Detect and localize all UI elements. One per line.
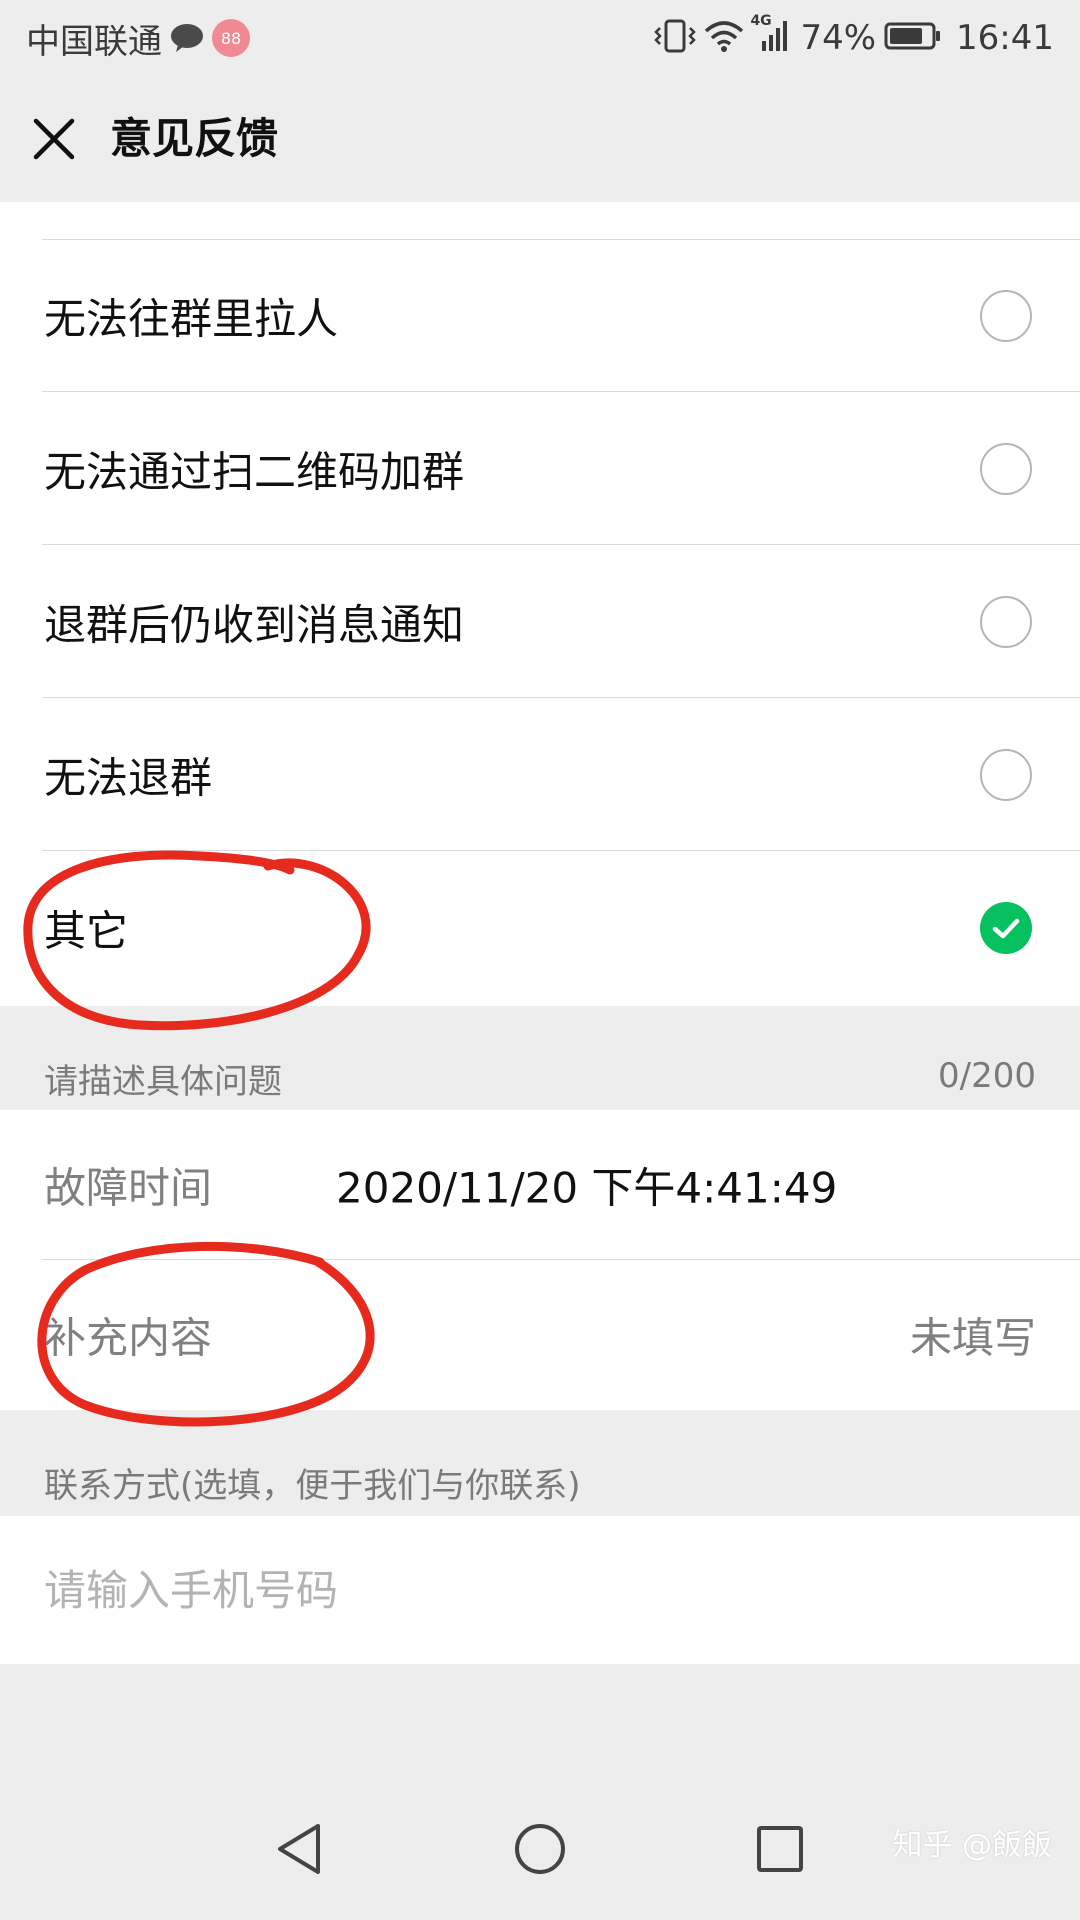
extra-content-row[interactable]: 补充内容 未填写 [0, 1260, 1080, 1410]
clock: 16:41 [956, 18, 1054, 58]
back-triangle-icon[interactable] [266, 1814, 336, 1884]
status-bar-left: 中国联通 88 [26, 14, 250, 62]
extra-content-label: 补充内容 [44, 1313, 213, 1363]
divider [42, 697, 1080, 698]
options-list: 无法往群里拉人 无法通过扫二维码加群 退群后仍收到消息通知 无法退群 其它 [0, 202, 1080, 1006]
phone-input[interactable] [44, 1516, 1034, 1664]
nav-bar: 意见反馈 [0, 76, 1080, 202]
carrier-name: 中国联通 [26, 21, 162, 62]
wifi-icon [704, 19, 744, 57]
divider [42, 391, 1080, 392]
status-bar: 中国联通 88 4G 74% 16:41 [0, 0, 1080, 76]
divider [42, 544, 1080, 545]
option-row-1[interactable]: 无法通过扫二维码加群 [0, 393, 1080, 545]
system-nav-bar: 知乎 @飯飯 [0, 1780, 1080, 1920]
checkmark-icon [992, 918, 1020, 939]
option-label: 无法退群 [44, 753, 213, 803]
fault-time-row: 故障时间 2020/11/20 下午4:41:49 [0, 1110, 1080, 1260]
detail-card: 故障时间 2020/11/20 下午4:41:49 补充内容 未填写 [0, 1110, 1080, 1410]
home-circle-icon[interactable] [505, 1814, 575, 1884]
chat-bubble-icon [170, 23, 204, 53]
radio-button[interactable] [980, 290, 1032, 342]
option-label: 无法通过扫二维码加群 [44, 447, 465, 497]
fault-time-value: 2020/11/20 下午4:41:49 [336, 1163, 838, 1213]
battery-percent: 74% [800, 18, 877, 58]
option-row-4[interactable]: 其它 [0, 852, 1080, 1004]
watermark: 知乎 @飯飯 [892, 1828, 1052, 1863]
option-row-2[interactable]: 退群后仍收到消息通知 [0, 546, 1080, 698]
network-type-label: 4G [750, 13, 772, 29]
vibrate-icon [654, 19, 697, 57]
option-row-3[interactable]: 无法退群 [0, 699, 1080, 851]
char-counter: 0/200 [938, 1056, 1036, 1096]
page-title: 意见反馈 [110, 114, 279, 163]
radio-button-checked[interactable] [980, 902, 1032, 954]
contact-label: 联系方式(选填，便于我们与你联系) [44, 1466, 581, 1506]
divider [42, 850, 1080, 851]
describe-label: 请描述具体问题 [44, 1062, 282, 1102]
status-bar-right: 4G 74% 16:41 [646, 13, 1054, 62]
option-label: 无法往群里拉人 [44, 294, 339, 344]
app-notification-icon: 88 [212, 19, 250, 57]
cellular-signal-icon: 4G [750, 13, 792, 57]
recents-square-icon[interactable] [745, 1814, 815, 1884]
option-row-0[interactable]: 无法往群里拉人 [0, 240, 1080, 392]
radio-button[interactable] [980, 596, 1032, 648]
contact-card [0, 1516, 1080, 1664]
extra-content-value[interactable]: 未填写 [910, 1305, 1036, 1366]
option-label: 退群后仍收到消息通知 [44, 600, 465, 650]
describe-section-header: 请描述具体问题 0/200 [0, 1006, 1080, 1110]
close-icon[interactable] [30, 115, 78, 163]
fault-time-label: 故障时间 [44, 1163, 213, 1213]
contact-section-header: 联系方式(选填，便于我们与你联系) [0, 1410, 1080, 1516]
option-label: 其它 [44, 906, 129, 956]
radio-button[interactable] [980, 749, 1032, 801]
battery-icon [884, 21, 942, 55]
radio-button[interactable] [980, 443, 1032, 495]
